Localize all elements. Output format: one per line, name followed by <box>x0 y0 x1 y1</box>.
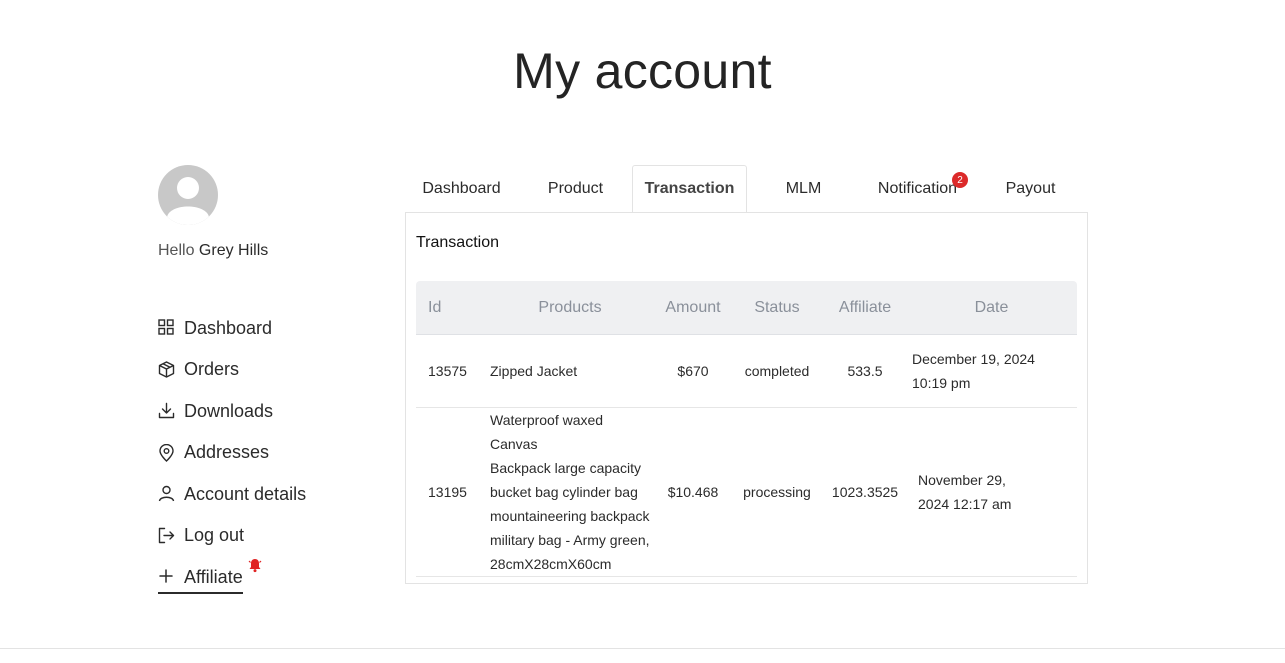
column-header-products: Products <box>484 281 656 335</box>
product-line: mountaineering backpack <box>490 508 650 524</box>
product-line: bucket bag cylinder bag <box>490 484 638 500</box>
sidebar-item-label: Orders <box>184 359 240 379</box>
grid-icon <box>158 319 176 337</box>
cell-product: Zipped Jacket <box>484 334 656 408</box>
sidebar-item-addresses[interactable]: Addresses <box>158 441 358 465</box>
tab-label: Notification <box>877 180 958 197</box>
box-icon <box>158 360 176 379</box>
tab-label: Product <box>547 180 604 197</box>
bell-icon[interactable] <box>248 557 262 573</box>
cell-status: processing <box>730 407 824 577</box>
transaction-table: Id Products Amount Status Affiliate Date… <box>416 281 1077 577</box>
plus-icon <box>158 568 176 586</box>
product-line: Backpack large capacity <box>490 460 641 476</box>
tab-label: Payout <box>1005 180 1056 197</box>
footer-divider <box>0 648 1285 649</box>
table-row: 13195 Waterproof waxed Canvas Backpack l… <box>416 407 1077 577</box>
cell-status: completed <box>730 334 824 408</box>
panel-title: Transaction <box>416 234 499 251</box>
page: My account Hello Grey Hills Dashboard Or… <box>0 0 1285 663</box>
location-pin-icon <box>158 443 176 462</box>
sidebar-item-label: Log out <box>184 525 245 545</box>
sidebar-item-label: Dashboard <box>184 317 273 338</box>
sidebar-item-label: Affiliate <box>184 566 243 587</box>
tab-dashboard[interactable]: Dashboard <box>410 165 513 213</box>
notification-count-badge: 2 <box>952 172 968 188</box>
cell-affiliate: 1023.3525 <box>824 407 906 577</box>
tab-label: Dashboard <box>422 180 501 197</box>
avatar <box>158 165 218 225</box>
avatar-silhouette-icon <box>167 177 209 225</box>
sidebar-item-label: Account details <box>184 483 307 504</box>
date-line: November 29, <box>918 472 1006 488</box>
tab-label: MLM <box>785 180 822 197</box>
tab-mlm[interactable]: MLM <box>752 165 855 213</box>
sidebar-item-downloads[interactable]: Downloads <box>158 399 358 423</box>
product-line: military bag - Army green, <box>490 532 650 548</box>
greeting: Hello Grey Hills <box>158 242 268 260</box>
tab-product[interactable]: Product <box>524 165 627 213</box>
sidebar-item-account-details[interactable]: Account details <box>158 482 358 506</box>
tab-notification[interactable]: Notification 2 <box>875 165 968 213</box>
cell-date: December 19, 2024 10:19 pm <box>906 334 1077 408</box>
tab-payout[interactable]: Payout <box>978 165 1083 213</box>
greeting-text: Hello <box>158 242 195 259</box>
sidebar-item-log-out[interactable]: Log out <box>158 524 358 548</box>
date-line: December 19, 2024 <box>912 351 1035 367</box>
user-icon <box>158 485 176 503</box>
cell-amount: $670 <box>656 334 730 408</box>
account-navigation: Dashboard Orders Downloads Addresses Acc… <box>158 316 358 612</box>
column-header-date: Date <box>906 281 1077 335</box>
logout-icon <box>158 527 176 545</box>
cell-id: 13195 <box>416 407 484 577</box>
cell-id: 13575 <box>416 334 484 408</box>
table-row: 13575 Zipped Jacket $670 completed 533.5… <box>416 334 1077 408</box>
column-header-id: Id <box>416 281 484 335</box>
cell-date: November 29, 2024 12:17 am <box>906 407 1077 577</box>
sidebar-item-label: Addresses <box>184 442 270 462</box>
column-header-affiliate: Affiliate <box>824 281 906 335</box>
time-line: 10:19 pm <box>912 375 971 391</box>
product-line: Waterproof waxed Canvas <box>490 412 604 452</box>
time-line: 2024 12:17 am <box>918 496 1012 512</box>
user-name: Grey Hills <box>198 242 269 259</box>
download-icon <box>158 402 176 420</box>
column-header-amount: Amount <box>656 281 730 335</box>
page-title: My account <box>513 43 772 99</box>
cell-affiliate: 533.5 <box>824 334 906 408</box>
product-line: 28cmX28cmX60cm <box>490 556 612 572</box>
tab-bar: Dashboard Product Transaction MLM Notifi… <box>405 165 1088 213</box>
sidebar-item-dashboard[interactable]: Dashboard <box>158 316 358 340</box>
tab-transaction[interactable]: Transaction <box>632 165 747 213</box>
sidebar-item-affiliate[interactable]: Affiliate <box>158 559 262 594</box>
transaction-panel: Transaction Id Products Amount Status Af… <box>405 212 1088 584</box>
cell-product: Waterproof waxed Canvas Backpack large c… <box>484 407 656 577</box>
column-header-status: Status <box>730 281 824 335</box>
tab-label: Transaction <box>644 180 735 197</box>
cell-amount: $10.468 <box>656 407 730 577</box>
sidebar-item-label: Downloads <box>184 400 274 421</box>
table-header-row: Id Products Amount Status Affiliate Date <box>416 281 1077 335</box>
sidebar-item-orders[interactable]: Orders <box>158 358 358 382</box>
